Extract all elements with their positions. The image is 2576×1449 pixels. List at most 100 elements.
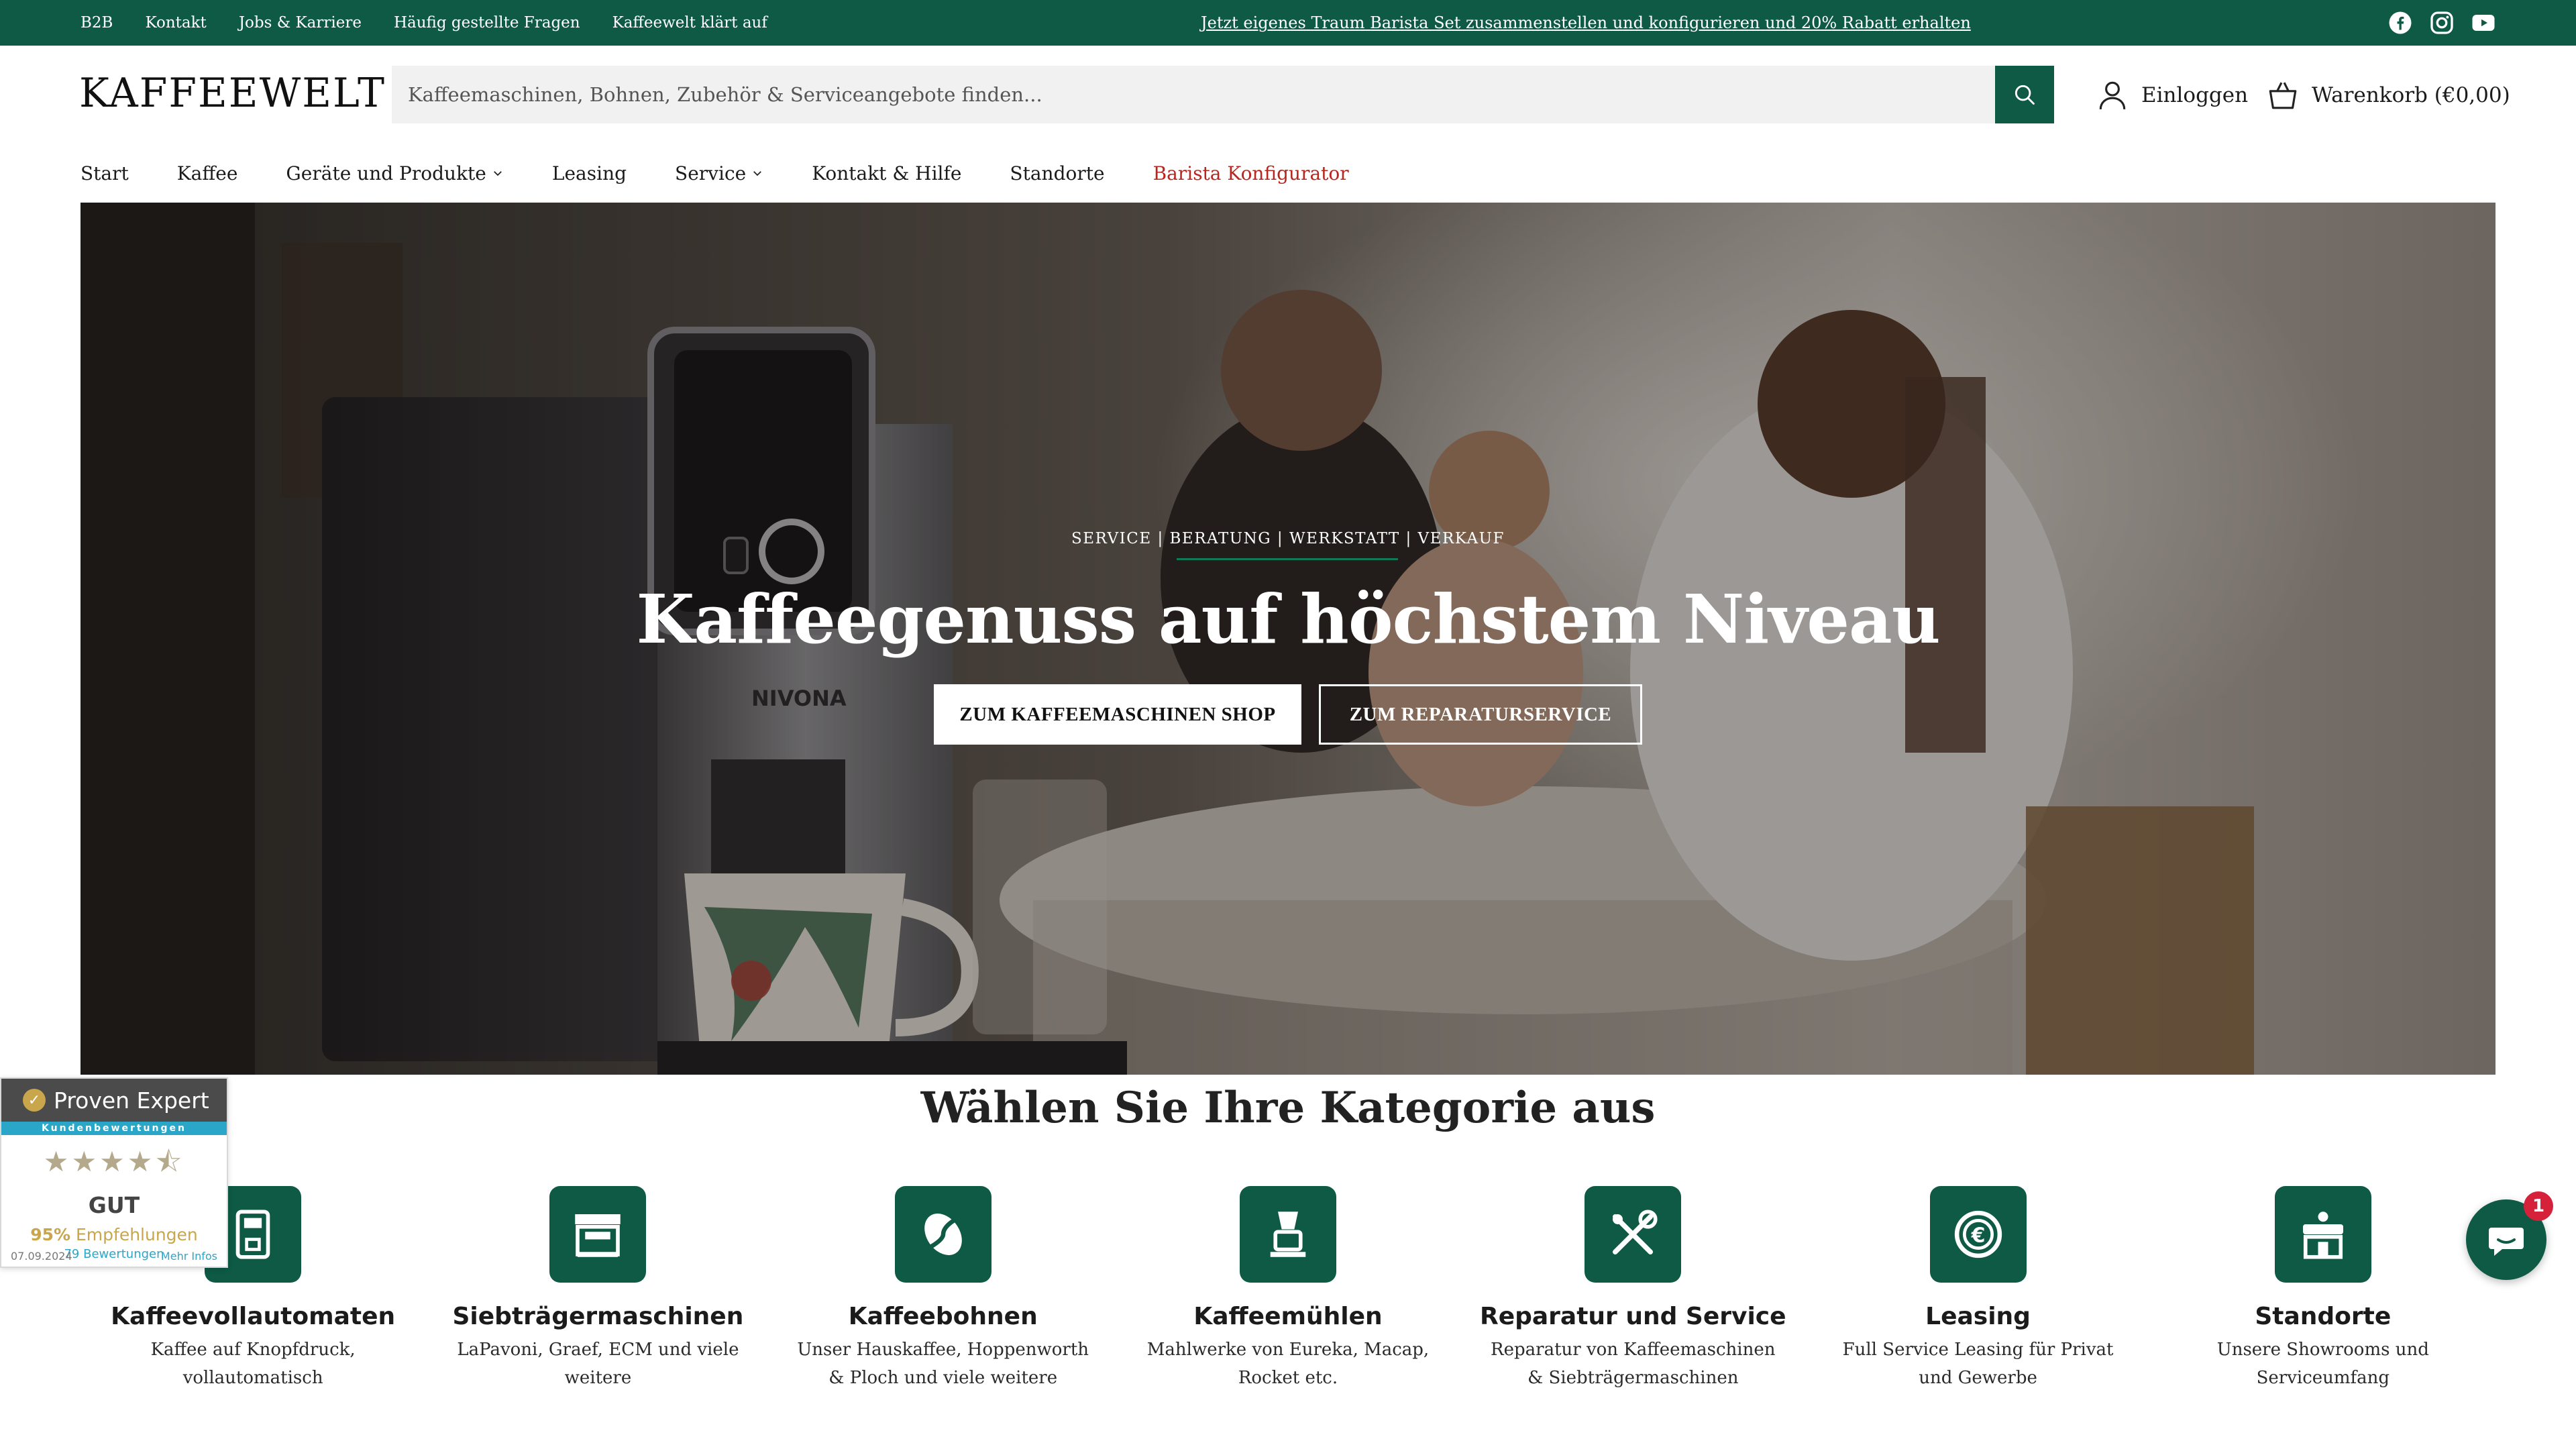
category-desc: Kaffee auf Knopfdruck, vollautomatisch xyxy=(150,1340,356,1388)
category-icon-tile xyxy=(549,1186,647,1283)
nav-item-service[interactable]: Service xyxy=(675,162,763,184)
category-kaffeebohnen[interactable]: Kaffeebohnen Unser Hauskaffee, Hoppenwor… xyxy=(771,1186,1116,1414)
chat-button[interactable]: 1 xyxy=(2466,1191,2553,1280)
hero-eyebrow-underline xyxy=(1177,558,1398,560)
top-link-jobs[interactable]: Jobs & Karriere xyxy=(239,14,362,32)
category-leasing[interactable]: € Leasing Full Service Leasing für Priva… xyxy=(1805,1186,2150,1414)
nav-label: Kontakt & Hilfe xyxy=(812,162,962,184)
nav-item-standorte[interactable]: Standorte xyxy=(1010,162,1104,184)
instagram-icon[interactable] xyxy=(2430,11,2454,35)
provenexpert-header: ✓ Proven Expert xyxy=(1,1079,227,1122)
nav-label: Kaffee xyxy=(176,162,238,184)
category-standorte[interactable]: Standorte Unsere Showrooms und Serviceum… xyxy=(2151,1186,2496,1414)
category-icon-tile: € xyxy=(1929,1186,2027,1283)
category-desc: Full Service Leasing für Privat und Gewe… xyxy=(1842,1340,2114,1388)
recommendation-line: 95% Empfehlungen xyxy=(1,1225,227,1244)
search-bar xyxy=(392,66,2054,123)
category-siebtraegermaschinen[interactable]: Siebträgermaschinen LaPavoni, Graef, ECM… xyxy=(425,1186,770,1414)
category-icon-tile xyxy=(894,1186,991,1283)
hero-title: Kaffeegenuss auf höchstem Niveau xyxy=(636,580,1940,659)
coffee-bean-icon xyxy=(924,1214,962,1255)
check-badge-icon: ✓ xyxy=(23,1089,46,1112)
main-nav: Start Kaffee Geräte und Produkte Leasing… xyxy=(80,156,1349,191)
category-list: Kaffeevollautomaten Kaffee auf Knopfdruc… xyxy=(80,1186,2496,1414)
search-icon xyxy=(2015,85,2035,105)
provenexpert-brand: Proven Expert xyxy=(54,1087,209,1114)
login-link[interactable]: Einloggen xyxy=(2096,75,2248,115)
youtube-icon[interactable] xyxy=(2471,11,2496,35)
category-icon-tile xyxy=(1585,1186,1682,1283)
announcement-bar: B2B Kontakt Jobs & Karriere Häufig geste… xyxy=(0,0,2576,46)
grinder-icon xyxy=(1270,1212,1306,1257)
basket-icon xyxy=(2269,82,2297,109)
top-link-faq[interactable]: Häufig gestellte Fragen xyxy=(394,14,580,32)
category-desc: LaPavoni, Graef, ECM und viele weitere xyxy=(457,1340,739,1388)
category-desc: Reparatur von Kaffeemaschinen & Siebträg… xyxy=(1491,1340,1776,1388)
euro-coin-icon: € xyxy=(1954,1210,2002,1258)
rating-grade: GUT xyxy=(88,1192,140,1218)
category-desc: Mahlwerke von Eureka, Macap, Rocket etc. xyxy=(1146,1340,1430,1388)
category-name: Leasing xyxy=(1925,1303,2031,1330)
top-links: B2B Kontakt Jobs & Karriere Häufig geste… xyxy=(80,0,767,46)
category-name: Kaffeemühlen xyxy=(1193,1303,1383,1330)
nav-item-start[interactable]: Start xyxy=(80,162,129,184)
top-link-blog[interactable]: Kaffeewelt klärt auf xyxy=(612,14,767,32)
provenexpert-footer: 07.09.2024 Mehr Infos xyxy=(11,1250,217,1263)
hero-banner: NIVONA SERVICE | BERATUNG | WERKSTATT | … xyxy=(80,203,2496,1075)
recommendation-percent: 95% xyxy=(30,1225,71,1244)
nav-label: Barista Konfigurator xyxy=(1152,162,1349,184)
nav-item-barista-konfigurator[interactable]: Barista Konfigurator xyxy=(1153,162,1349,184)
category-name: Kaffeevollautomaten xyxy=(111,1303,396,1330)
category-name: Siebträgermaschinen xyxy=(452,1303,744,1330)
category-icon-tile xyxy=(2274,1186,2371,1283)
recommendation-label: Empfehlungen xyxy=(76,1225,198,1244)
top-link-b2b[interactable]: B2B xyxy=(80,14,113,32)
category-heading: Wählen Sie Ihre Kategorie aus xyxy=(920,1083,1656,1133)
nav-label: Start xyxy=(80,162,129,184)
search-input[interactable] xyxy=(392,66,1995,123)
nav-label: Standorte xyxy=(1010,162,1105,184)
nav-label: Service xyxy=(675,162,747,184)
hero-eyebrow: SERVICE | BERATUNG | WERKSTATT | VERKAUF xyxy=(1071,530,1505,547)
login-label: Einloggen xyxy=(2141,83,2249,107)
provenexpert-more-link[interactable]: Mehr Infos xyxy=(161,1250,217,1263)
social-links xyxy=(2388,0,2496,46)
rating-stars-icon: ★★★★⯪ xyxy=(43,1145,185,1178)
chat-icon xyxy=(2489,1228,2524,1256)
category-desc: Unser Hauskaffee, Hoppenworth & Ploch un… xyxy=(797,1340,1089,1388)
nav-item-leasing[interactable]: Leasing xyxy=(552,162,627,184)
hero-buttons: ZUM KAFFEEMASCHINEN SHOP ZUM REPARATURSE… xyxy=(80,684,2496,745)
search-button[interactable] xyxy=(1995,66,2054,123)
chevron-down-icon xyxy=(753,171,762,176)
provenexpert-date: 07.09.2024 xyxy=(11,1250,72,1263)
facebook-icon[interactable] xyxy=(2388,11,2412,35)
chevron-down-icon xyxy=(494,171,502,176)
nav-item-geraete[interactable]: Geräte und Produkte xyxy=(286,162,503,184)
promo-link[interactable]: Jetzt eigenes Traum Barista Set zusammen… xyxy=(1201,0,1971,46)
store-icon xyxy=(2302,1212,2343,1259)
user-icon xyxy=(2099,81,2126,109)
nav-label: Leasing xyxy=(551,162,627,184)
nav-item-kontakt[interactable]: Kontakt & Hilfe xyxy=(812,162,961,184)
category-kaffeemuehlen[interactable]: Kaffeemühlen Mahlwerke von Eureka, Macap… xyxy=(1116,1186,1460,1414)
top-link-kontakt[interactable]: Kontakt xyxy=(145,14,206,32)
provenexpert-strip: Kundenbewertungen xyxy=(1,1122,227,1135)
category-icon-tile xyxy=(1239,1186,1336,1283)
repair-service-button[interactable]: ZUM REPARATURSERVICE xyxy=(1319,684,1642,745)
espresso-machine-icon xyxy=(575,1214,621,1257)
tools-icon xyxy=(1613,1210,1658,1254)
category-name: Kaffeebohnen xyxy=(848,1303,1038,1330)
category-name: Reparatur und Service xyxy=(1479,1303,1786,1330)
cart-link[interactable]: Warenkorb (€0,00) xyxy=(2266,75,2510,115)
nav-label: Geräte und Produkte xyxy=(286,162,486,184)
shop-button[interactable]: ZUM KAFFEEMASCHINEN SHOP xyxy=(934,684,1301,745)
site-logo[interactable]: KAFFEEWELT xyxy=(79,70,386,117)
nav-item-kaffee[interactable]: Kaffee xyxy=(177,162,238,184)
coffee-machine-icon xyxy=(235,1210,270,1259)
cart-label: Warenkorb (€0,00) xyxy=(2312,83,2510,107)
chat-notification-badge: 1 xyxy=(2524,1191,2553,1221)
provenexpert-widget[interactable]: ✓ Proven Expert Kundenbewertungen ★★★★⯪ … xyxy=(0,1077,228,1268)
svg-text:€: € xyxy=(1970,1224,1985,1247)
category-desc: Unsere Showrooms und Serviceumfang xyxy=(2216,1340,2429,1388)
category-reparatur-service[interactable]: Reparatur und Service Reparatur von Kaff… xyxy=(1460,1186,1805,1414)
